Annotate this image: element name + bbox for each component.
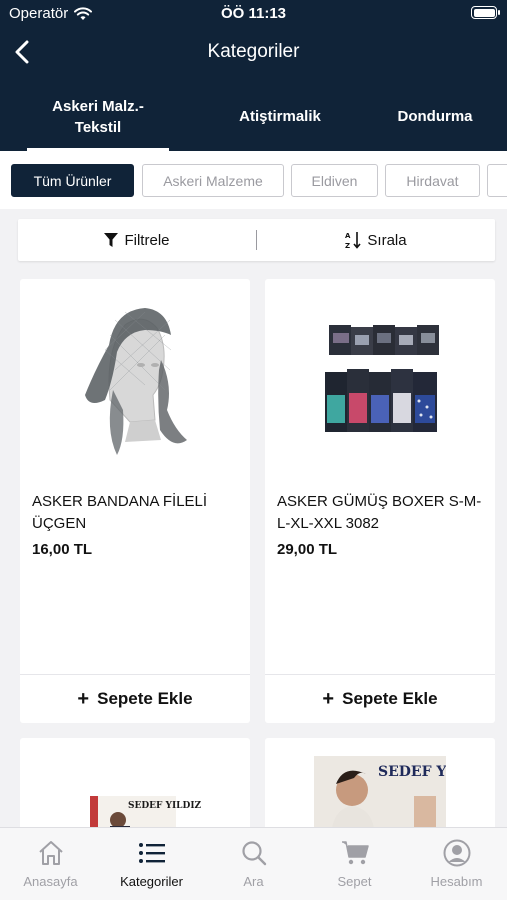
plus-icon: + [322,687,335,710]
filter-icon [104,232,119,247]
tab-label: Anasayfa [23,874,78,889]
chip-askeri-malzeme[interactable]: Askeri Malzeme [142,164,284,197]
brand-sedef-text: SEDEF YILDIZ [378,764,446,780]
sort-button[interactable]: A Z Sırala [257,219,495,261]
cart-icon [341,841,369,865]
home-icon [38,841,63,865]
status-time: ÖÖ 11:13 [220,5,287,22]
category-tabs: Askeri Malz.- Tekstil Atiştirmalik Dondu… [0,86,507,151]
nav-bar: Kategoriler [0,32,507,72]
tab-kategoriler[interactable]: Kategoriler [101,828,202,900]
category-tab-label: Askeri Malz.- Tekstil [52,97,144,136]
tab-sepet[interactable]: Sepet [304,828,405,900]
filter-sort-bar: Filtrele A Z Sırala [18,219,495,261]
category-tab-label: Dondurma [397,108,473,125]
product-image-bandana [20,279,250,475]
product-name: ASKER BANDANA FİLELİ ÜÇGEN [32,493,208,532]
chip-eldiven[interactable]: Eldiven [291,164,378,197]
category-tab-dondurma[interactable]: Dondurma [380,86,490,151]
tab-anasayfa[interactable]: Anasayfa [0,828,101,900]
battery-icon [471,6,500,19]
app-header: Operatör ÖÖ 11:13 Kategoriler Askeri Mal… [0,0,507,151]
add-to-cart-label: Sepete Ekle [97,689,193,708]
category-tab-atistirmalik[interactable]: Atiştirmalik [205,86,355,151]
add-to-cart-label: Sepete Ekle [342,689,438,708]
product-card[interactable]: ASKER GÜMÜŞ BOXER S-M-L-XL-XXL 3082 29,0… [265,279,495,723]
product-image-sedef-model: SEDEF YILDIZ [314,756,492,836]
chip-hirdavat[interactable]: Hirdavat [385,164,480,197]
plus-icon: + [77,687,90,710]
chip-more[interactable] [487,164,507,197]
sort-label: Sırala [367,231,407,249]
svg-text:A: A [345,232,351,240]
category-tab-askeri-malz[interactable]: Askeri Malz.- Tekstil [27,86,169,151]
svg-text:Z: Z [345,242,350,249]
chip-tum-urunler[interactable]: Tüm Ürünler [11,164,134,197]
category-tab-label: Atiştirmalik [239,108,321,125]
bottom-tab-bar: Anasayfa Kategoriler Ara Sepet Hesabım [0,827,507,900]
filter-button[interactable]: Filtrele [18,219,256,261]
product-price: 29,00 TL [277,541,338,558]
sort-az-icon: A Z [345,232,362,249]
add-to-cart-button[interactable]: + Sepete Ekle [20,674,250,723]
filter-label: Filtrele [124,231,170,249]
status-bar: Operatör ÖÖ 11:13 [0,0,507,28]
tab-label: Sepet [337,874,372,889]
product-price: 16,00 TL [32,541,93,558]
tab-label: Ara [243,874,264,889]
list-icon [138,843,165,863]
tab-ara[interactable]: Ara [203,828,304,900]
tab-hesabim[interactable]: Hesabım [406,828,507,900]
tab-label: Hesabım [430,874,483,889]
tab-label: Kategoriler [120,874,183,889]
add-to-cart-button[interactable]: + Sepete Ekle [265,674,495,723]
search-icon [241,841,266,866]
page-title: Kategoriler [207,41,300,62]
product-image-boxer [265,279,495,475]
subcategory-chips: Tüm Ürünler Askeri Malzeme Eldiven Hirda… [0,151,507,209]
brand-sedef-text: SEDEF YILDIZ [128,801,202,811]
product-name: ASKER GÜMÜŞ BOXER S-M-L-XL-XXL 3082 [277,493,482,532]
account-icon [443,839,470,867]
product-card[interactable]: ASKER BANDANA FİLELİ ÜÇGEN 16,00 TL + Se… [20,279,250,723]
